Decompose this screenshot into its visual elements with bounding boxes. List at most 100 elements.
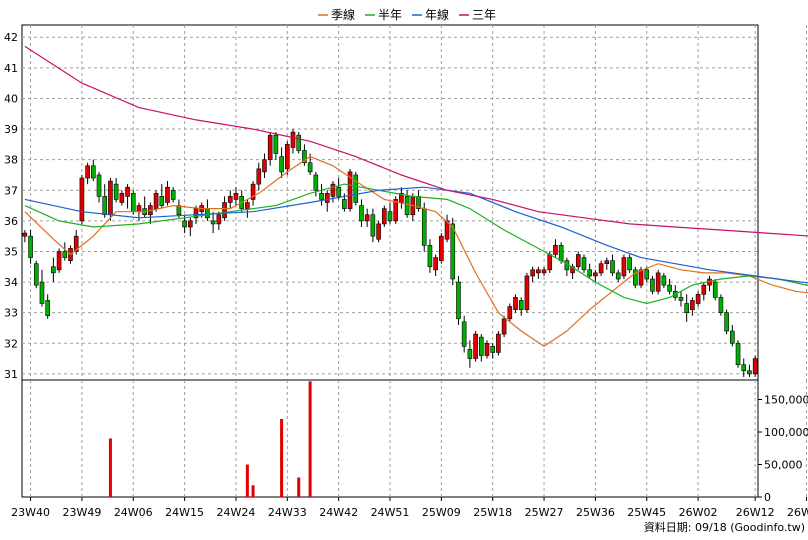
candle-body <box>51 266 56 274</box>
stock-chart: 季線 半年 年線 三年 31 32 33 34 35 36 37 38 39 40 41 42 0 50,00… <box>4 7 808 534</box>
volume-panel: 0 50,000 100,000 150,000 <box>21 379 808 504</box>
candle-body <box>364 214 370 222</box>
candle-body <box>650 278 655 292</box>
candle-body <box>188 220 193 228</box>
price-tick-label: 39 <box>4 123 18 136</box>
candle-body <box>684 303 689 313</box>
candle-body <box>296 134 302 151</box>
candle-body <box>273 134 279 154</box>
candle-body <box>433 257 438 271</box>
candle-body <box>718 297 724 313</box>
volume-tick-label: 0 <box>764 491 771 504</box>
volume-tick-label: 50,000 <box>764 459 803 472</box>
candle-body <box>615 272 621 280</box>
x-tick-label: 24W51 <box>371 506 410 519</box>
candle-body <box>741 364 747 372</box>
x-tick-label: 25W09 <box>422 506 461 519</box>
candle-body <box>701 284 707 295</box>
candle-body <box>501 318 507 335</box>
candle-body <box>387 211 393 222</box>
candle-body <box>307 162 313 173</box>
candle-body <box>319 193 324 200</box>
candle-body <box>575 254 581 268</box>
x-tick-label: 23W49 <box>62 506 101 519</box>
candle-body <box>359 205 364 222</box>
volume-bar <box>280 419 284 497</box>
price-tick-label: 42 <box>4 31 18 44</box>
candle-body <box>45 300 50 317</box>
candle-body <box>667 284 672 292</box>
price-tick-label: 31 <box>4 368 18 381</box>
candle-body <box>108 180 113 216</box>
price-tick-label: 37 <box>4 184 18 197</box>
candle-body <box>553 245 558 255</box>
candle-body <box>353 174 359 203</box>
candle-body <box>130 193 136 212</box>
candle-body <box>518 300 524 310</box>
legend-label-1: 半年 <box>378 8 402 22</box>
candle-body <box>28 235 33 258</box>
candle-body <box>313 174 319 191</box>
candle-body <box>159 196 165 206</box>
candle-body <box>113 183 119 200</box>
candle-body <box>62 251 68 258</box>
candle-body <box>507 306 513 320</box>
candle-body <box>91 165 96 179</box>
price-tick-label: 36 <box>4 215 18 228</box>
candle-body <box>712 281 718 298</box>
volume-bar <box>308 381 312 497</box>
candle-body <box>536 269 541 274</box>
candle-body <box>267 134 273 160</box>
candle-body <box>581 257 587 271</box>
candle-body <box>233 193 239 200</box>
candle-body <box>598 263 604 274</box>
candle-body <box>216 214 222 225</box>
candle-body <box>102 196 108 216</box>
candle-body <box>376 223 381 240</box>
candle-body <box>342 199 347 209</box>
candle-body <box>604 260 610 265</box>
price-panel: 31 32 33 34 35 36 37 38 39 40 41 42 <box>4 24 808 381</box>
candle-body <box>119 193 125 203</box>
candle-body <box>279 156 284 173</box>
x-tick-label: 25W36 <box>576 506 615 519</box>
candle-body <box>524 275 530 310</box>
candle-body <box>627 257 632 271</box>
price-tick-label: 41 <box>4 62 18 75</box>
price-tick-label: 38 <box>4 154 18 167</box>
candle-body <box>484 342 490 356</box>
x-tick-label: 26W02 <box>679 506 718 519</box>
candle-body <box>593 272 598 277</box>
candle-body <box>205 208 210 219</box>
candle-body <box>747 370 752 375</box>
candle-body <box>324 193 330 203</box>
candle-body <box>456 281 461 320</box>
candle-body <box>330 183 336 197</box>
candle-body <box>381 208 387 225</box>
candle-body <box>724 312 729 332</box>
candle-body <box>421 208 427 246</box>
candle-body <box>96 174 102 197</box>
candle-body <box>39 281 45 304</box>
x-tick-label: 26W12 <box>736 506 775 519</box>
candle-body <box>450 223 456 280</box>
x-axis: 23W40 23W49 24W06 24W15 24W24 24W33 24W42 24W51… <box>11 497 808 519</box>
candle-body <box>153 193 159 209</box>
x-tick-label: 24W24 <box>217 506 256 519</box>
candle-body <box>530 269 535 277</box>
x-tick-label: 24W42 <box>319 506 358 519</box>
volume-bar <box>297 477 301 497</box>
volume-bar <box>108 438 112 497</box>
candle-body <box>256 168 262 185</box>
candle-body <box>638 269 644 286</box>
legend: 季線 半年 年線 三年 <box>318 7 496 22</box>
x-tick-label: 24W06 <box>114 506 153 519</box>
candle-body <box>467 349 473 359</box>
candle-body <box>558 245 564 261</box>
candle-body <box>461 321 467 347</box>
candle-body <box>690 300 695 310</box>
candle-body <box>336 186 341 197</box>
candle-body <box>473 333 478 359</box>
candle-body <box>227 196 233 203</box>
candle-body <box>752 358 758 375</box>
